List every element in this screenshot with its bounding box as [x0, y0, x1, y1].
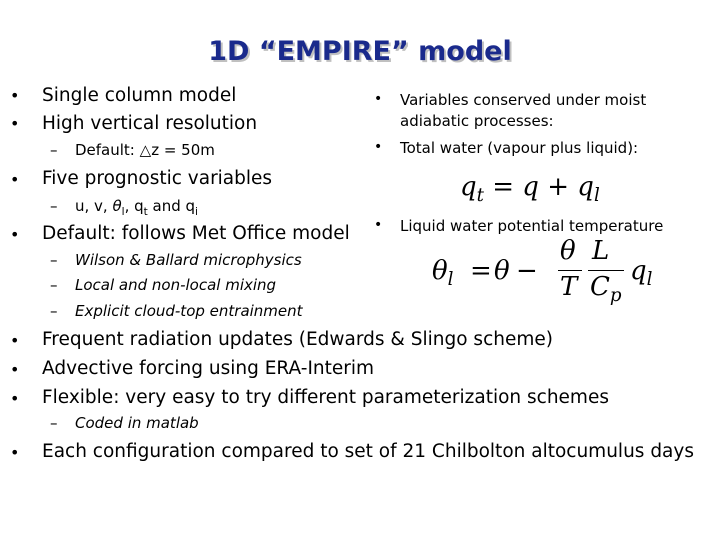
bullet-radiation: Frequent radiation updates (Edwards & Sl… — [42, 329, 553, 350]
equation-liquid-water-potential-temp: θl = θ − θ T L Cp ql — [432, 236, 653, 307]
sub-entrainment: Explicit cloud-top entrainment — [75, 302, 303, 320]
equation-total-water: qt = q + ql — [460, 172, 600, 207]
bullet-high-resolution: High vertical resolution — [42, 113, 258, 134]
dash-icon: – — [50, 276, 58, 294]
bullet-icon: • — [10, 331, 20, 350]
sub-microphysics: Wilson & Ballard microphysics — [75, 251, 302, 269]
sub-variables: u, v, θl, qt and qi — [75, 197, 198, 218]
bullet-prognostic: Five prognostic variables — [42, 168, 273, 189]
bullet-icon: • — [10, 225, 20, 244]
right-liquid-water-temp: Liquid water potential temperature — [400, 217, 664, 235]
fraction-bar — [588, 270, 624, 271]
dash-icon: – — [50, 141, 58, 159]
bullet-icon: • — [10, 114, 20, 133]
bullet-icon: • — [10, 170, 20, 189]
fraction-bar — [558, 270, 582, 271]
sub-default-dz: Default: △z = 50m — [75, 141, 215, 159]
bullet-single-column: Single column model — [42, 85, 237, 106]
dash-icon: – — [50, 251, 58, 269]
bullet-advective: Advective forcing using ERA-Interim — [42, 358, 375, 379]
bullet-icon: • — [10, 360, 20, 379]
dash-icon: – — [50, 414, 58, 432]
bullet-met-office: Default: follows Met Office model — [42, 223, 350, 244]
sub-mixing: Local and non-local mixing — [75, 276, 277, 294]
bullet-chilbolton: Each configuration compared to set of 21… — [42, 441, 694, 462]
bullet-icon: • — [10, 443, 20, 462]
bullet-flexible: Flexible: very easy to try different par… — [42, 387, 609, 408]
bullet-icon: • — [10, 86, 20, 105]
dash-icon: – — [50, 197, 58, 215]
bullet-icon: • — [374, 217, 383, 233]
bullet-icon: • — [374, 139, 383, 155]
sub-matlab: Coded in matlab — [75, 414, 199, 432]
dash-icon: – — [50, 302, 58, 320]
right-conserved-line1: Variables conserved under moist — [400, 91, 647, 109]
right-conserved-line2: adiabatic processes: — [400, 112, 554, 130]
bullet-icon: • — [10, 389, 20, 408]
bullet-icon: • — [374, 91, 383, 107]
slide-title: 1D “EMPIRE” model — [208, 36, 512, 67]
right-total-water: Total water (vapour plus liquid): — [400, 139, 639, 157]
